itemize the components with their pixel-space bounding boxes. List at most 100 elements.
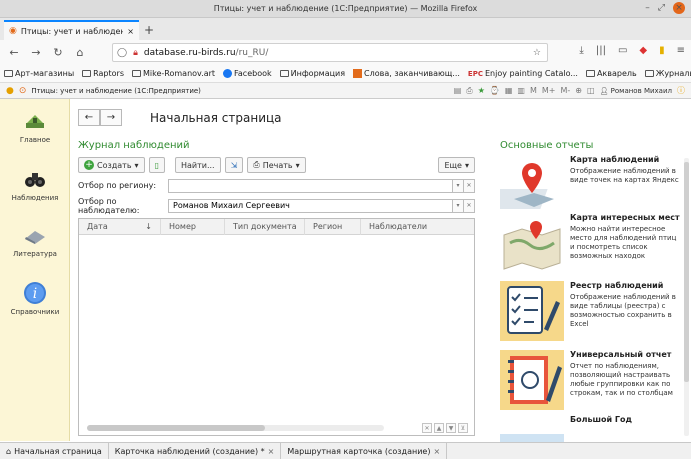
report-item-registry[interactable]: Реестр наблюдений Отображение наблюдений…	[500, 281, 680, 345]
window-controls: – ⤢ ×	[645, 2, 685, 14]
column-header-region[interactable]: Регион	[305, 218, 361, 235]
horizontal-scrollbar[interactable]	[87, 425, 384, 431]
page-title: Начальная страница	[150, 110, 282, 125]
print-button[interactable]: ⎙ Печать ▾	[247, 157, 306, 173]
info-circle-icon: i	[22, 281, 48, 305]
column-header-observers[interactable]: Наблюдатели	[361, 219, 474, 235]
back-button[interactable]: ←	[78, 109, 100, 126]
bookmark-item[interactable]: Информация	[279, 69, 345, 78]
binoculars-icon	[22, 167, 48, 191]
region-filter-label: Отбор по региону:	[78, 181, 157, 190]
report-item-places[interactable]: Карта интересных мест Можно найти интере…	[500, 213, 680, 277]
region-filter-input[interactable]	[168, 178, 453, 193]
report-item-universal[interactable]: Универсальный отчет Отчет по наблюдениям…	[500, 350, 680, 414]
restore-icon[interactable]: ⤢	[658, 3, 665, 13]
sidebar-item-literature[interactable]: Литература	[0, 223, 70, 258]
report-item-map[interactable]: Карта наблюдений Отображение наблюдений …	[500, 155, 680, 219]
calendar-icon[interactable]: ▦	[505, 86, 513, 95]
window-tab-route-card[interactable]: Маршрутная карточка (создание) ×	[281, 442, 448, 459]
export-button[interactable]: ⇲	[224, 157, 244, 173]
report-item-bigyear[interactable]: Большой Год	[500, 415, 680, 456]
sort-arrow-icon: ↓	[145, 222, 152, 231]
browser-tab-active[interactable]: ◉ Птицы: учет и наблюдени ×	[4, 20, 139, 40]
more-button[interactable]: Еще ▾	[438, 157, 475, 173]
calculator-icon[interactable]: ▥	[517, 86, 525, 95]
app-toolbar: ▤ ⎙ ★ ⌚ ▦ ▥ M M+ M- ⊕ ◫ 👤︎ Романов Михаи…	[454, 85, 685, 96]
bookmark-item[interactable]: Акварель	[585, 69, 637, 78]
chevron-down-icon[interactable]: ▾	[453, 178, 464, 193]
memory-add-button[interactable]: M+	[542, 86, 556, 95]
history-icon[interactable]: ⌚	[490, 86, 500, 95]
observations-table[interactable]: Дата ↓ Номер Тип документа Регион Наблюда…	[78, 218, 475, 436]
sidebar-item-main[interactable]: Главное	[0, 109, 70, 144]
reload-icon[interactable]: ↻	[50, 46, 66, 59]
memory-sub-button[interactable]: M-	[560, 86, 570, 95]
window-tab-home[interactable]: ⌂ Начальная страница	[0, 442, 109, 459]
bookmark-item[interactable]: Raptors	[82, 69, 124, 78]
save-icon[interactable]: ▤	[454, 86, 462, 95]
last-page-icon[interactable]: ⊻	[458, 423, 468, 433]
extension2-icon[interactable]: ▮	[659, 45, 665, 56]
find-button[interactable]: Найти...	[174, 157, 221, 173]
app-menu-icon[interactable]: ⊙	[19, 86, 27, 96]
site-icon	[353, 69, 363, 78]
new-tab-button[interactable]: +	[139, 20, 159, 40]
forward-icon[interactable]: →	[28, 46, 44, 59]
bookmark-star-icon[interactable]: ☆	[533, 48, 541, 58]
bookmark-item[interactable]: Слова, заканчивающ...	[353, 69, 460, 78]
bookmark-item[interactable]: EPC Enjoy painting Catalo...	[468, 69, 578, 78]
sidebar-icon[interactable]: ▭	[618, 45, 627, 56]
scrollbar-thumb[interactable]	[684, 162, 689, 382]
close-tab-icon[interactable]: ×	[127, 27, 134, 36]
sidebar-item-observations[interactable]: Наблюдения	[0, 167, 70, 202]
close-window-icon[interactable]: ×	[673, 2, 685, 14]
bookmark-item[interactable]: Арт-магазины	[4, 69, 74, 78]
bookmark-item[interactable]: Mike-Romanov.art	[132, 69, 215, 78]
journal-toolbar: + Создать ▾ ▯ Найти... ⇲ ⎙ Печать ▾ Еще ▾	[78, 157, 475, 173]
scrollbar-thumb[interactable]	[87, 425, 266, 431]
folder-icon	[4, 70, 13, 77]
print-icon[interactable]: ⎙	[466, 86, 472, 96]
book-icon	[22, 223, 48, 247]
clear-icon[interactable]: ✕	[464, 178, 475, 193]
downloads-icon[interactable]: ⤓	[579, 45, 583, 56]
open-windows-bar: ⌂ Начальная страница Карточка наблюдений …	[0, 442, 691, 459]
window-tab-observation-card[interactable]: Карточка наблюдений (создание) * ×	[109, 442, 282, 459]
bookmark-item[interactable]: Facebook	[223, 69, 272, 78]
close-tab-icon[interactable]: ×	[268, 447, 275, 456]
column-header-doctype[interactable]: Тип документа	[225, 218, 305, 235]
minimize-icon[interactable]: –	[645, 3, 650, 13]
zoom-icon[interactable]: ⊕	[575, 86, 582, 95]
scroll-up-icon[interactable]: ▲	[434, 423, 444, 433]
bookmark-item[interactable]: Журналы	[644, 69, 691, 78]
map-pin-icon	[500, 163, 554, 209]
window-icon[interactable]: ◫	[587, 86, 595, 95]
clear-icon[interactable]: ✕	[464, 198, 475, 213]
create-button[interactable]: + Создать ▾	[78, 157, 145, 173]
scroll-down-icon[interactable]: ▼	[446, 423, 456, 433]
forward-button[interactable]: →	[100, 109, 122, 126]
first-page-icon[interactable]: ✕	[422, 423, 432, 433]
close-tab-icon[interactable]: ×	[433, 447, 440, 456]
copy-button[interactable]: ▯	[148, 157, 165, 173]
observer-filter-input[interactable]	[168, 198, 453, 213]
home-icon[interactable]: ⌂	[72, 46, 88, 59]
extension-icon[interactable]: ◆	[639, 45, 647, 56]
column-header-number[interactable]: Номер	[161, 218, 225, 235]
info-icon[interactable]: ⓘ	[677, 85, 685, 96]
library-icon[interactable]: |||	[596, 45, 606, 56]
shield-icon: ◯	[117, 47, 128, 58]
window-titlebar: Птицы: учет и наблюдение (1С:Предприятие…	[0, 0, 691, 18]
back-icon[interactable]: ←	[6, 46, 22, 59]
chevron-down-icon[interactable]: ▾	[453, 198, 464, 213]
column-header-date[interactable]: Дата ↓	[79, 218, 161, 235]
home-section-icon	[22, 109, 48, 133]
sidebar-item-references[interactable]: i Справочники	[0, 281, 70, 316]
url-bar[interactable]: ◯ 🔒︎ database.ru-birds.ru/ru_RU/ ☆	[112, 43, 548, 62]
menu-icon[interactable]: ≡	[677, 45, 685, 56]
vertical-scrollbar[interactable]	[684, 158, 689, 436]
memory-button[interactable]: M	[530, 86, 537, 95]
favorites-icon[interactable]: ★	[478, 86, 485, 95]
dropdown-arrow-icon: ▾	[295, 160, 300, 170]
current-user[interactable]: 👤︎ Романов Михаил	[600, 87, 672, 95]
